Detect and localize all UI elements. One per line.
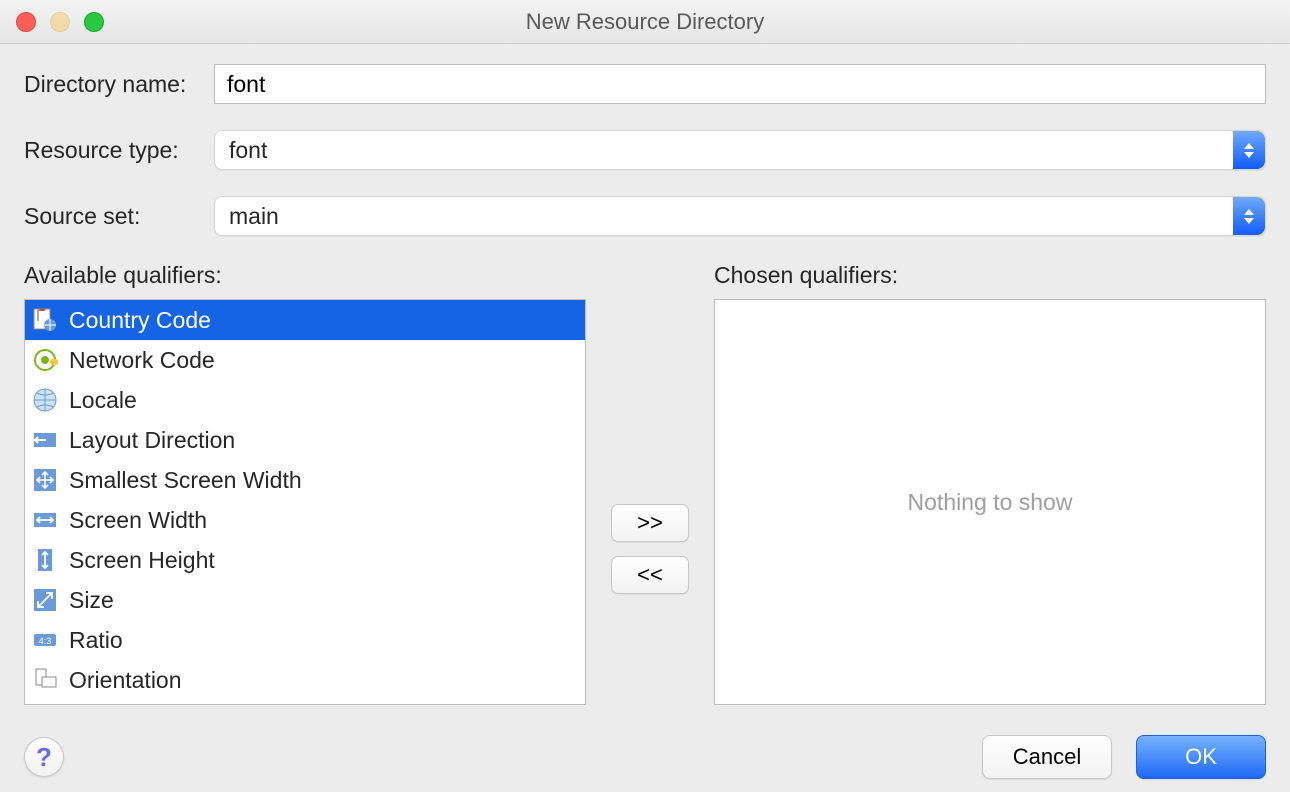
size-icon <box>31 586 59 614</box>
list-item[interactable]: Orientation <box>25 660 585 700</box>
available-qualifiers-list[interactable]: Country Code Network Code Locale Layout Dir… <box>24 299 586 705</box>
directory-name-input[interactable] <box>214 64 1266 104</box>
globe-icon <box>31 386 59 414</box>
list-item-label: Layout Direction <box>69 427 235 454</box>
combo-stepper-icon <box>1233 131 1265 169</box>
row-resource-type: Resource type: font <box>24 130 1266 170</box>
screen-height-icon <box>31 546 59 574</box>
source-set-value: main <box>215 203 1233 230</box>
list-item[interactable]: Network Code <box>25 340 585 380</box>
resource-type-value: font <box>215 137 1233 164</box>
help-button[interactable]: ? <box>24 737 64 777</box>
available-qualifiers-label: Available qualifiers: <box>24 262 586 289</box>
list-item[interactable]: Layout Direction <box>25 420 585 460</box>
ratio-icon: 4:3 <box>31 626 59 654</box>
list-item[interactable]: Country Code <box>25 300 585 340</box>
chosen-qualifiers-list[interactable]: Nothing to show <box>714 299 1266 705</box>
list-item-label: Size <box>69 587 114 614</box>
window-minimize-button <box>50 12 70 32</box>
row-source-set: Source set: main <box>24 196 1266 236</box>
resource-type-label: Resource type: <box>24 137 214 164</box>
list-item-label: Locale <box>69 387 137 414</box>
list-item[interactable]: Smallest Screen Width <box>25 460 585 500</box>
window-close-button[interactable] <box>16 12 36 32</box>
traffic-lights <box>16 12 104 32</box>
list-item-label: Orientation <box>69 667 182 694</box>
list-item-label: Country Code <box>69 307 211 334</box>
svg-text:4:3: 4:3 <box>39 636 52 646</box>
list-item-label: Screen Width <box>69 507 207 534</box>
list-item-label: Smallest Screen Width <box>69 467 302 494</box>
window-title: New Resource Directory <box>526 9 764 35</box>
orientation-icon <box>31 666 59 694</box>
flag-globe-icon <box>31 306 59 334</box>
smallest-width-icon <box>31 466 59 494</box>
ok-button[interactable]: OK <box>1136 735 1266 779</box>
source-set-label: Source set: <box>24 203 214 230</box>
list-item-label: Network Code <box>69 347 215 374</box>
move-buttons-column: >> << <box>600 262 700 705</box>
list-item[interactable]: Screen Width <box>25 500 585 540</box>
cancel-button[interactable]: Cancel <box>982 735 1112 779</box>
dialog-content: Directory name: Resource type: font Sour… <box>0 44 1290 792</box>
qualifiers-area: Available qualifiers: Country Code Networ… <box>24 262 1266 705</box>
chosen-empty-text: Nothing to show <box>908 489 1073 516</box>
window-zoom-button[interactable] <box>84 12 104 32</box>
directory-name-label: Directory name: <box>24 71 214 98</box>
list-item[interactable]: Size <box>25 580 585 620</box>
screen-width-icon <box>31 506 59 534</box>
list-item-label: Ratio <box>69 627 123 654</box>
network-icon <box>31 346 59 374</box>
row-directory-name: Directory name: <box>24 64 1266 104</box>
list-item[interactable]: Locale <box>25 380 585 420</box>
remove-qualifier-button[interactable]: << <box>611 556 689 594</box>
chosen-qualifiers-label: Chosen qualifiers: <box>714 262 1266 289</box>
list-item[interactable]: Screen Height <box>25 540 585 580</box>
list-item[interactable]: 4:3 Ratio <box>25 620 585 660</box>
titlebar: New Resource Directory <box>0 0 1290 44</box>
list-item-label: Screen Height <box>69 547 215 574</box>
layout-dir-icon <box>31 426 59 454</box>
add-qualifier-button[interactable]: >> <box>611 504 689 542</box>
source-set-combo[interactable]: main <box>214 196 1266 236</box>
chosen-qualifiers-column: Chosen qualifiers: Nothing to show <box>714 262 1266 705</box>
dialog-button-bar: ? Cancel OK <box>24 735 1266 779</box>
resource-type-combo[interactable]: font <box>214 130 1266 170</box>
combo-stepper-icon <box>1233 197 1265 235</box>
available-qualifiers-column: Available qualifiers: Country Code Networ… <box>24 262 586 705</box>
